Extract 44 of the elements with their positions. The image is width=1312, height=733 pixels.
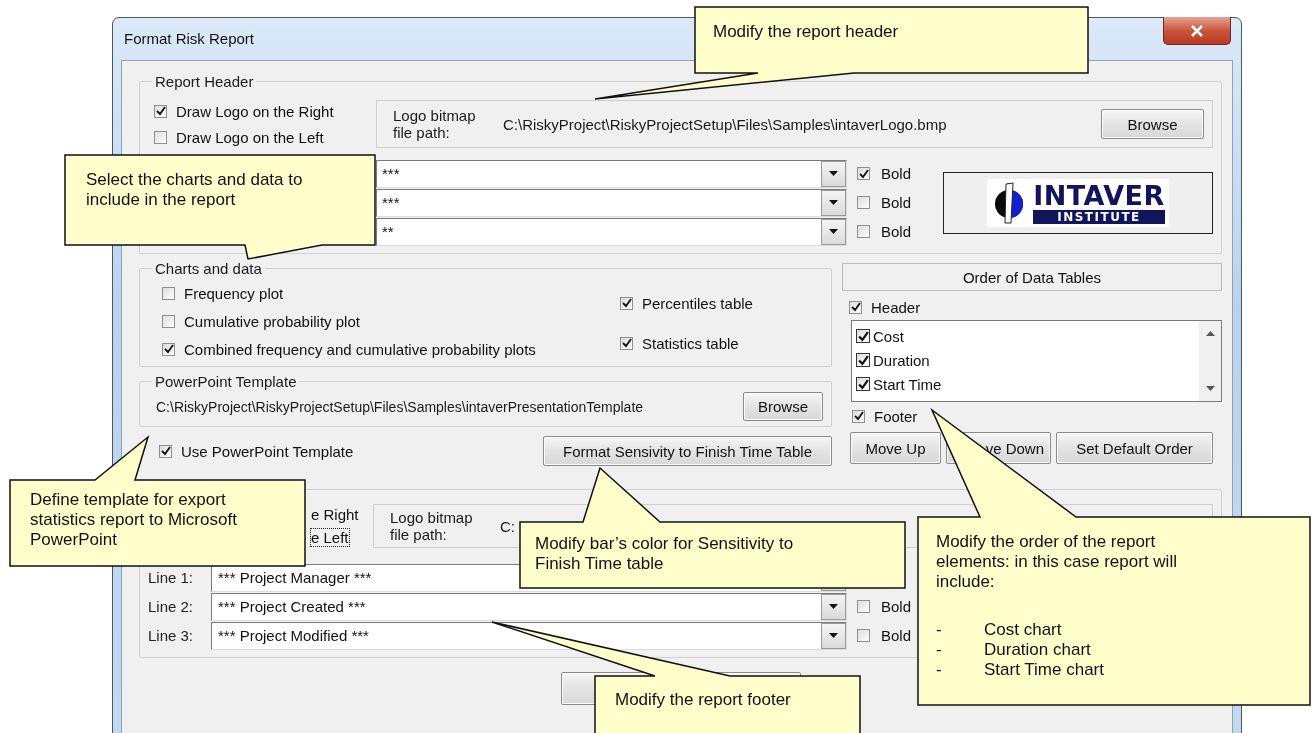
checkbox-label: e Right — [310, 505, 360, 524]
callout-tooltip-text: Modify the report footer — [615, 690, 792, 710]
checkbox-label: Bold — [880, 626, 913, 645]
checkbox-label: Use PowerPoint Template — [180, 441, 355, 461]
checkbox-label: Combined frequency and cumulative probability plots — [183, 339, 537, 359]
bullet-mark: - — [936, 620, 943, 640]
checkbox-label: Cumulative probability plot — [183, 311, 361, 331]
bullet-text: Start Time chart — [984, 660, 1104, 680]
logo-path: C: — [500, 517, 515, 535]
group-title: Report Header — [154, 73, 255, 90]
checkbox-label: e Left — [310, 528, 350, 547]
group-title: PowerPoint Template — [154, 373, 298, 390]
bullet-text: Cost chart — [984, 620, 1062, 640]
callout-tooltip-text: Modify the order of the report elements: in this case report will include: — [936, 532, 1178, 592]
group-title: Charts and data — [154, 260, 263, 277]
callout-tooltip-text: Select the charts and data to include in the report — [86, 170, 304, 210]
window-title: Format Risk Report — [124, 30, 255, 47]
checkbox-label: Frequency plot — [183, 283, 285, 303]
logo-path-label: Logo bitmap file path: — [393, 107, 477, 141]
checkbox-label: Bold — [880, 597, 913, 616]
callout-tooltip-text: Modify bar’s color for Sensitivity to Finish Time table — [535, 534, 795, 574]
checkbox-label: Draw Logo on the Right — [175, 101, 335, 121]
callout-tooltip-text: Define template for export statistics report to Microsoft PowerPoint — [30, 490, 238, 550]
bullet-mark: - — [936, 660, 943, 680]
checkbox-label: Statistics table — [641, 333, 740, 353]
checkbox-label: Bold — [880, 193, 913, 212]
line-label: Line 2: — [148, 598, 195, 615]
checkbox-label: Footer — [873, 406, 919, 426]
checkbox-label: Draw Logo on the Left — [175, 127, 325, 147]
checkbox-label: Bold — [880, 222, 913, 241]
line-label: Line 1: — [148, 569, 195, 586]
checkbox-label: Percentiles table — [641, 293, 754, 313]
bullet-text: Duration chart — [984, 640, 1091, 660]
logo-subtitle: INSTITUTE — [1033, 209, 1165, 224]
checkbox-label: Header — [870, 297, 922, 317]
order-tables-title: Order of Data Tables — [842, 263, 1222, 291]
line-label: Line 3: — [148, 627, 195, 644]
logo-path-label: Logo bitmap file path: — [390, 509, 474, 543]
bullet-mark: - — [936, 640, 943, 660]
checkbox-label: Bold — [880, 164, 913, 183]
template-path: C:\RiskyProject\RiskyProjectSetup\Files\Samples\intaverPresentationTemplate — [156, 398, 644, 415]
logo-path: C:\RiskyProject\RiskyProjectSetup\Files\Samples\intaverLogo.bmp — [503, 115, 947, 133]
callout-tooltip-text: Modify the report header — [713, 22, 900, 42]
logo-title: INTAVER — [1033, 181, 1165, 210]
